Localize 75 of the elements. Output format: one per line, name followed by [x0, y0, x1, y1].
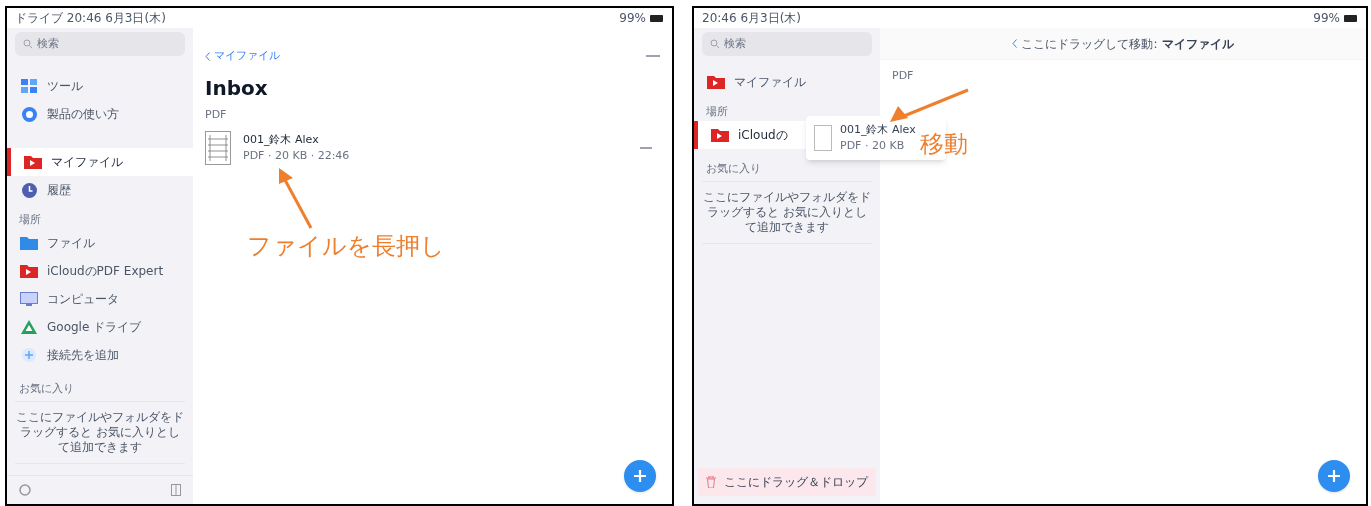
chevron-left-icon[interactable]: [1012, 39, 1018, 48]
plus-icon: [1327, 469, 1341, 483]
sidebar-item[interactable]: 製品の使い方: [7, 100, 193, 128]
folder-icon: [24, 155, 42, 169]
sidebar-label: ファイル: [47, 234, 95, 252]
chevron-left-icon: [205, 51, 210, 61]
add-button[interactable]: [1318, 460, 1350, 492]
sidebar-label: iCloudの: [738, 126, 788, 144]
sidebar-label: コンピュータ: [47, 290, 119, 308]
folder-icon: [707, 75, 725, 89]
sidebar-item[interactable]: 接続先を追加: [7, 340, 193, 369]
trash-icon: [706, 476, 716, 488]
status-time: 20:46 6月3日(木): [702, 10, 802, 27]
monitor-icon: [20, 291, 38, 306]
file-name: 001_鈴木 Alex: [243, 131, 320, 148]
plus-icon: [633, 469, 647, 483]
document-thumbnail: [205, 131, 231, 165]
grid-icon: [21, 79, 37, 93]
group-label: PDF: [205, 106, 228, 123]
sidebar-label: 接続先を追加: [47, 346, 119, 364]
search-field[interactable]: 検索: [702, 32, 872, 56]
back-link[interactable]: マイファイル: [205, 48, 280, 65]
sidebar-item[interactable]: iCloudのPDF Expert: [7, 256, 193, 285]
clock-icon: [21, 182, 37, 198]
group-label: PDF: [891, 68, 915, 84]
sidebar-label: ツール: [47, 78, 83, 95]
sidebar-label: 履歴: [47, 182, 71, 199]
battery-percent: 99%: [1313, 10, 1340, 27]
drop-zone[interactable]: ここにドラッグ＆ドロップ: [698, 468, 876, 496]
folder-icon: [711, 127, 729, 142]
file-row[interactable]: 001_鈴木 Alex PDF · 20 KB · 22:46: [205, 131, 660, 165]
sidebar-item[interactable]: ツール: [7, 72, 193, 100]
sidebar-item[interactable]: コンピュータ: [7, 284, 193, 313]
battery-percent: 99%: [619, 10, 646, 27]
annotation-label: ファイルを長押し: [247, 231, 445, 262]
header-text: ここにドラッグして移動:: [1021, 35, 1158, 53]
header-target: マイファイル: [1161, 35, 1234, 53]
page-title: Inbox: [205, 74, 269, 102]
favorites-hint: ここにファイルやフォルダをドラッグすると お気に入りとして追加できます: [15, 401, 185, 464]
add-button[interactable]: [624, 460, 656, 492]
sidebar-label: iCloudのPDF Expert: [47, 262, 164, 280]
sidebar-label: Google ドライブ: [47, 318, 142, 336]
folder-icon: [20, 263, 38, 278]
search-placeholder: 検索: [37, 35, 59, 52]
annotation-label: 移動: [920, 129, 968, 160]
battery-icon: [1344, 14, 1358, 22]
circle-icon: [21, 106, 37, 122]
more-icon[interactable]: [640, 146, 652, 150]
battery-icon: [650, 14, 664, 22]
folder-icon: [20, 235, 38, 250]
file-meta: PDF · 20 KB · 22:46: [243, 148, 351, 164]
more-icon[interactable]: [646, 54, 660, 59]
favorites-hint: ここにファイルやフォルダをドラッグすると お気に入りとして追加できます: [702, 181, 872, 244]
search-field[interactable]: 検索: [15, 32, 185, 56]
triangle-icon: [21, 319, 37, 334]
sidebar-item[interactable]: 履歴: [7, 176, 193, 204]
sidebar-icon[interactable]: [171, 484, 181, 496]
section-header: お気に入り: [706, 160, 761, 177]
section-header: お気に入り: [19, 380, 74, 397]
search-icon: [23, 39, 33, 49]
document-thumbnail: [814, 125, 832, 151]
sidebar-label: マイファイル: [51, 154, 123, 171]
status-time: ドライブ 20:46 6月3日(木): [15, 10, 166, 27]
section-header: 場所: [18, 212, 42, 228]
sidebar-item[interactable]: マイファイル: [7, 148, 193, 176]
sidebar-label: 製品の使い方: [47, 106, 119, 123]
sidebar-item[interactable]: マイファイル: [694, 68, 880, 96]
sidebar-item[interactable]: ファイル: [7, 228, 193, 257]
drop-label: ここにドラッグ＆ドロップ: [724, 474, 868, 491]
search-placeholder: 検索: [724, 35, 746, 52]
sidebar-label: マイファイル: [734, 74, 806, 91]
search-icon: [710, 39, 720, 49]
plus-icon: [22, 347, 36, 362]
sidebar-item[interactable]: Google ドライブ: [7, 312, 193, 341]
section-header: 場所: [705, 104, 729, 120]
